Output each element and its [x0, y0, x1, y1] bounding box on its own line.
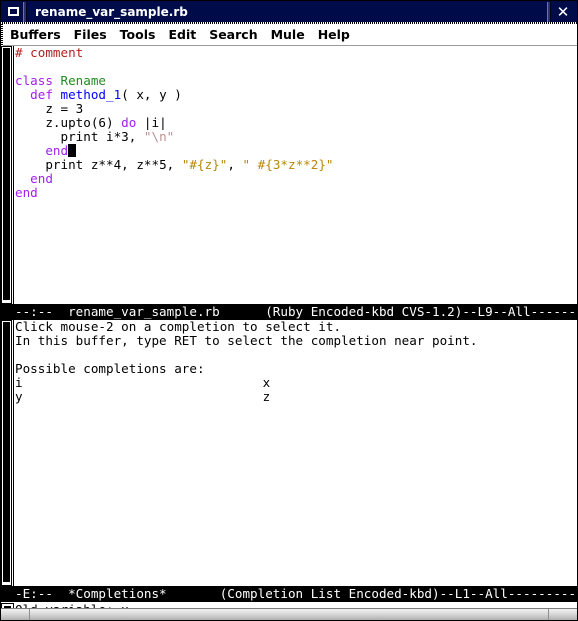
code-token-plain: z.upto(6) — [45, 115, 122, 130]
completion-item-z[interactable]: z — [263, 389, 271, 404]
code-line: z.upto(6) do |i| — [15, 116, 578, 130]
completions-help-line-2: In this buffer, type RET to select the c… — [15, 333, 478, 348]
code-line: def method_1( x, y ) — [15, 88, 578, 102]
completions-window-body: Click mouse-2 on a completion to select … — [0, 320, 578, 586]
bottom-bar-grip — [29, 609, 30, 621]
code-token-plain: print z**4, z**5, — [45, 157, 182, 172]
code-window-body: # comment class Rename def method_1( x, … — [0, 46, 578, 304]
completions-text-area[interactable]: Click mouse-2 on a completion to select … — [15, 320, 578, 586]
close-icon[interactable]: ✕ — [551, 2, 575, 22]
code-line: end — [15, 186, 578, 200]
menu-item-mule[interactable]: Mule — [265, 27, 312, 43]
system-menu-button[interactable] — [4, 2, 23, 21]
window-box-icon — [8, 7, 19, 16]
bottom-bar-grip — [548, 609, 549, 621]
code-token-string2: "#{z}" — [181, 157, 228, 172]
code-window: # comment class Rename def method_1( x, … — [0, 46, 578, 320]
code-token-plain: |i| — [136, 115, 167, 130]
menu-bar: Buffers Files Tools Edit Search Mule Hel… — [0, 24, 578, 46]
code-line: print z**4, z**5, "#{z}", " #{3*z**2}" — [15, 158, 578, 172]
emacs-frame: # comment class Rename def method_1( x, … — [0, 46, 578, 602]
menu-item-edit[interactable]: Edit — [162, 27, 203, 43]
menubar-left-edge — [0, 24, 3, 46]
code-token-comment: # comment — [15, 46, 84, 60]
completions-blank-line — [15, 348, 578, 362]
code-window-scrollbar[interactable] — [0, 46, 14, 304]
scrollbar-thumb[interactable] — [3, 322, 10, 582]
code-token-keyword: end — [15, 185, 38, 200]
completions-heading: Possible completions are: — [15, 361, 205, 376]
window-manager-bottom-bar — [0, 608, 578, 621]
code-token-keyword: end — [45, 143, 69, 158]
code-line: class Rename — [15, 74, 578, 88]
completions-row: ix — [15, 376, 578, 390]
code-line: print i*3, "\n" — [15, 130, 578, 144]
code-window-mode-line: --:-- rename_var_sample.rb (Ruby Encoded… — [0, 304, 578, 320]
code-token-plain: , — [227, 157, 243, 172]
code-line: end — [15, 144, 578, 158]
code-token-string2: " #{3*z**2}" — [242, 157, 334, 172]
window-title: rename_var_sample.rb — [35, 4, 188, 19]
code-token-plain: print i*3, — [60, 129, 144, 144]
emacs-application-window: rename_var_sample.rb ✕ Buffers Files Too… — [0, 0, 578, 621]
completions-row: yz — [15, 390, 578, 404]
title-bar: rename_var_sample.rb ✕ — [0, 0, 578, 22]
scrollbar-track[interactable] — [1, 46, 12, 304]
scrollbar-thumb[interactable] — [3, 48, 10, 300]
menu-item-help[interactable]: Help — [312, 27, 357, 43]
code-token-keyword: class — [15, 73, 61, 88]
completions-window: Click mouse-2 on a completion to select … — [0, 320, 578, 602]
code-token-keyword: end — [30, 171, 53, 186]
code-text-area[interactable]: # comment class Rename def method_1( x, … — [15, 46, 578, 304]
completions-window-scrollbar[interactable] — [0, 320, 14, 586]
completions-help-line-1: Click mouse-2 on a completion to select … — [15, 320, 342, 334]
code-token-func: method_1 — [60, 87, 122, 102]
completion-item-y[interactable]: y — [15, 389, 23, 404]
code-token-keyword: do — [121, 115, 137, 130]
code-token-plain: ( x, y ) — [121, 87, 182, 102]
code-token-string: "\n" — [143, 129, 175, 144]
completion-item-i[interactable]: i — [15, 375, 23, 390]
menu-item-files[interactable]: Files — [68, 27, 114, 43]
completions-window-mode-line: -E:-- *Completions* (Completion List Enc… — [0, 586, 578, 602]
text-cursor — [68, 144, 77, 157]
code-line: end — [15, 172, 578, 186]
code-line: # comment — [15, 46, 578, 60]
code-token-plain: z = 3 — [45, 101, 84, 116]
code-line: z = 3 — [15, 102, 578, 116]
code-token-type: Rename — [60, 73, 107, 88]
menu-item-search[interactable]: Search — [203, 27, 264, 43]
menu-item-buffers[interactable]: Buffers — [4, 27, 68, 43]
menu-item-tools[interactable]: Tools — [114, 27, 163, 43]
code-token-keyword: def — [30, 87, 61, 102]
completion-item-x[interactable]: x — [263, 375, 271, 390]
scrollbar-track[interactable] — [1, 320, 12, 586]
